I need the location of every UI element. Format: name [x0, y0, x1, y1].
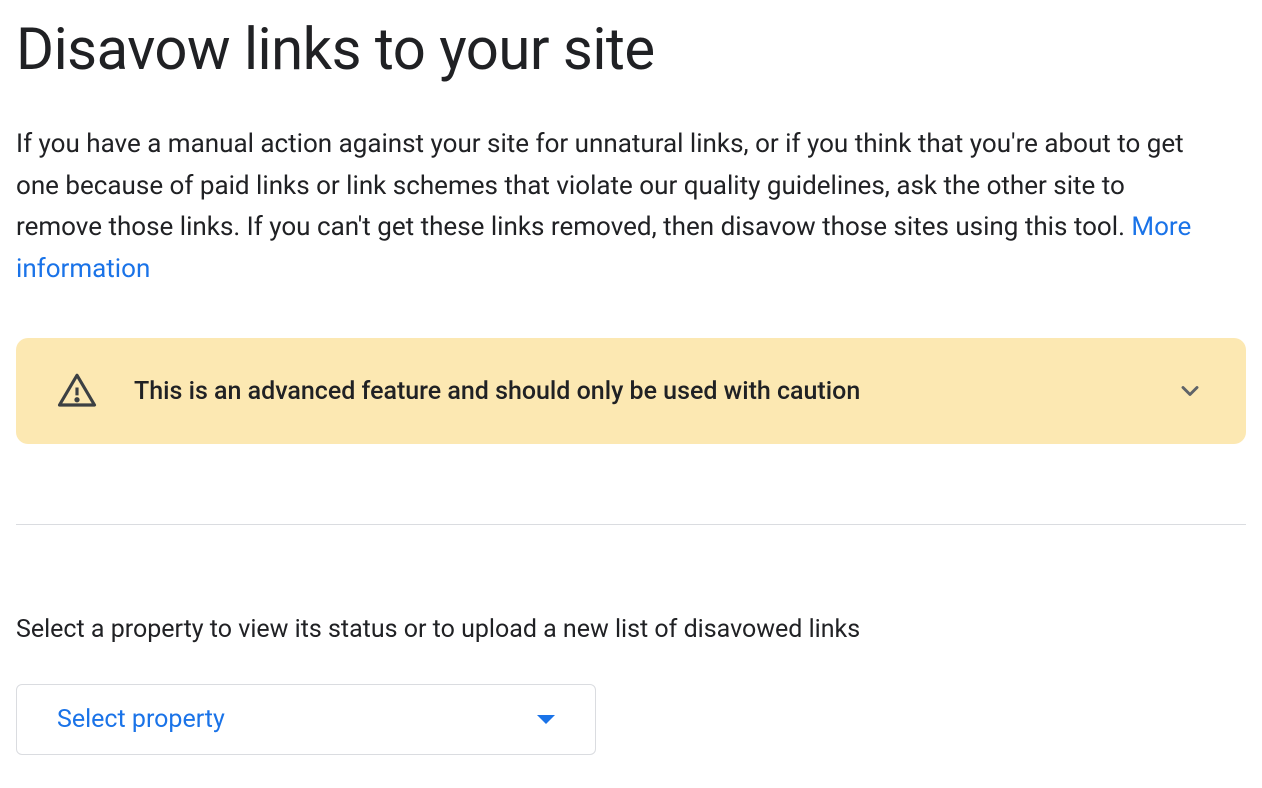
chevron-down-icon — [1174, 375, 1206, 407]
property-select-label: Select a property to view its status or … — [16, 615, 1246, 644]
property-select-text: Select property — [57, 705, 225, 734]
page-description: If you have a manual action against your… — [16, 124, 1216, 290]
property-select-dropdown[interactable]: Select property — [16, 684, 596, 755]
description-text: If you have a manual action against your… — [16, 129, 1184, 242]
warning-text: This is an advanced feature and should o… — [134, 377, 1138, 406]
warning-icon — [56, 370, 98, 412]
caret-down-icon — [537, 715, 555, 724]
warning-banner[interactable]: This is an advanced feature and should o… — [16, 338, 1246, 444]
page-title: Disavow links to your site — [16, 16, 1246, 84]
section-divider — [16, 524, 1246, 525]
